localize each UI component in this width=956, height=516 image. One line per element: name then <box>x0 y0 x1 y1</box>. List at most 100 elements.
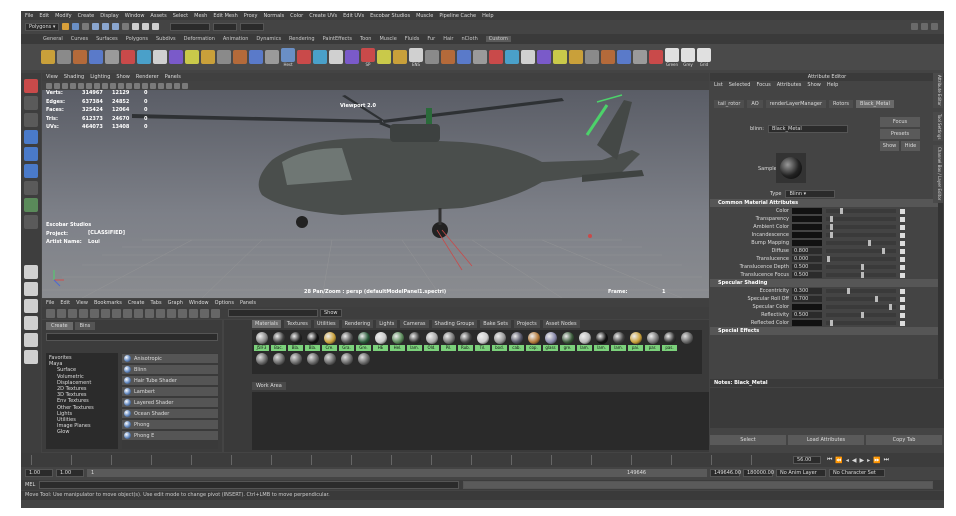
load-attributes-button[interactable]: Load Attributes <box>788 435 864 445</box>
attr-value-field[interactable]: 0.700 <box>792 296 822 302</box>
create-filter-field[interactable] <box>46 333 218 341</box>
shelf-tab-toon[interactable]: Toon <box>360 36 372 42</box>
shader-item[interactable]: Layered Shader <box>122 398 218 407</box>
shelf-tool-icon[interactable] <box>441 50 455 64</box>
material-swatch[interactable]: Hel. <box>390 332 405 351</box>
shelf-tool-icon[interactable] <box>233 50 247 64</box>
attr-value-field[interactable] <box>792 320 822 326</box>
attr-slider[interactable] <box>826 208 896 214</box>
material-swatch[interactable]: lam. <box>577 332 592 351</box>
snapshot-icon[interactable] <box>200 308 209 318</box>
presets-button[interactable]: Presets <box>880 129 920 139</box>
viewport-scene[interactable]: Verts: Edges: Faces: Tris: UVs: 314967 637384… <box>42 90 709 298</box>
material-swatch[interactable]: bod. <box>492 332 507 351</box>
end-time-field[interactable]: 180000.00 <box>743 469 774 477</box>
shelf-tab-custom[interactable]: Custom <box>485 36 511 42</box>
attr-slider[interactable] <box>826 296 896 302</box>
layout-hypershade-icon[interactable] <box>24 350 38 364</box>
shelf-tab-surfaces[interactable]: Surfaces <box>96 36 118 42</box>
menu-item-proxy[interactable]: Proxy <box>244 13 258 19</box>
shelf-tool-icon[interactable] <box>73 50 87 64</box>
sort-type-icon[interactable] <box>156 308 165 318</box>
shader-item[interactable]: Blinn <box>122 365 218 374</box>
hypershade-filter-field[interactable] <box>228 309 318 317</box>
ae-tab[interactable]: AO <box>747 100 763 108</box>
paint-select-icon[interactable] <box>24 113 38 127</box>
graph-io-icon[interactable] <box>112 308 121 318</box>
material-swatch[interactable]: Bac. <box>271 332 286 351</box>
attr-slider[interactable] <box>826 272 896 278</box>
safe-title-icon[interactable] <box>126 82 132 89</box>
section-specular[interactable]: Specular Shading <box>710 279 938 287</box>
folder-icon[interactable] <box>62 23 70 30</box>
bookmark-icon[interactable] <box>62 82 68 89</box>
step-forward-icon[interactable]: ▸ <box>867 457 870 464</box>
material-swatch[interactable]: Til. <box>475 332 490 351</box>
map-button-icon[interactable] <box>900 224 905 230</box>
shelf-tool-icon[interactable] <box>57 50 71 64</box>
hypershade-tab-materials[interactable]: Materials <box>252 320 281 328</box>
material-swatch[interactable]: Cre. <box>322 332 337 351</box>
slider-handle[interactable] <box>889 304 892 310</box>
hypershade-menu-edit[interactable]: Edit <box>60 300 70 306</box>
ae-tab[interactable]: tail_rotor <box>714 100 745 108</box>
ae-tab[interactable]: renderLayerManager <box>765 100 827 108</box>
slider-handle[interactable] <box>827 256 831 262</box>
shelf-tool-icon[interactable] <box>169 50 183 64</box>
layout-four-icon[interactable] <box>24 282 38 296</box>
hide-button[interactable]: Hide <box>901 141 920 151</box>
material-swatch[interactable]: Gre. <box>356 332 371 351</box>
toggle-channel-box-icon[interactable] <box>931 23 938 30</box>
show-button[interactable]: Show <box>320 309 342 317</box>
playback-start-field[interactable]: 1.00 <box>56 469 84 477</box>
attr-slider[interactable] <box>826 320 896 326</box>
type-dropdown[interactable]: Blinn ▾ <box>785 190 836 198</box>
graph-output-icon[interactable] <box>101 308 110 318</box>
hypershade-tab-bake-sets[interactable]: Bake Sets <box>480 320 511 328</box>
side-tab[interactable]: Attribute Editor <box>933 73 943 108</box>
viewport-menu-show[interactable]: Show <box>116 74 130 80</box>
toggle-tool-settings-icon[interactable] <box>921 23 928 30</box>
shelf-label-3[interactable]: Green <box>665 47 679 67</box>
show-bottom-tabs-icon[interactable] <box>68 308 77 318</box>
material-swatch[interactable]: par. <box>645 332 660 351</box>
lights-icon[interactable] <box>158 82 164 89</box>
render-icon[interactable] <box>132 23 140 30</box>
create-bar-tab-create[interactable]: Create <box>46 322 73 330</box>
toggle-create-bar-icon[interactable] <box>46 308 55 318</box>
bake-icon[interactable] <box>211 308 220 318</box>
shelf-label-5[interactable]: Grid <box>697 47 711 67</box>
shelf-tool-icon[interactable] <box>121 50 135 64</box>
ae-menu-selected[interactable]: Selected <box>729 82 751 88</box>
shelf-label-2[interactable]: ENS <box>409 47 423 67</box>
copy-tab-button[interactable]: Copy Tab <box>866 435 942 445</box>
rearrange-icon[interactable] <box>134 308 143 318</box>
snap-grid-icon[interactable] <box>92 23 100 30</box>
attr-slider[interactable] <box>826 288 896 294</box>
shelf-tool-icon[interactable] <box>377 50 391 64</box>
smooth-shade-icon[interactable] <box>142 82 148 89</box>
render-swatch-icon[interactable] <box>178 308 187 318</box>
material-swatch[interactable] <box>339 353 354 372</box>
ae-menu-list[interactable]: List <box>714 82 723 88</box>
notes-field[interactable] <box>710 388 944 428</box>
wireframe-icon[interactable] <box>134 82 140 89</box>
hypershade-tab-utilities[interactable]: Utilities <box>313 320 339 328</box>
play-back-icon[interactable]: ◀ <box>852 457 857 464</box>
hypershade-menu-panels[interactable]: Panels <box>240 300 256 306</box>
shelf-tool-icon[interactable] <box>105 50 119 64</box>
character-set-dropdown[interactable]: No Character Set <box>829 469 885 477</box>
slider-handle[interactable] <box>861 312 864 318</box>
map-button-icon[interactable] <box>900 240 905 246</box>
viewport-menu-renderer[interactable]: Renderer <box>136 74 159 80</box>
menu-item-create[interactable]: Create <box>78 13 95 19</box>
shelf-label-1[interactable]: SP <box>361 47 375 67</box>
image-plane-icon[interactable] <box>70 82 76 89</box>
material-swatch[interactable]: cop. <box>526 332 541 351</box>
map-button-icon[interactable] <box>900 320 905 326</box>
layout-graph-icon[interactable] <box>24 333 38 347</box>
ae-menu-focus[interactable]: Focus <box>756 82 770 88</box>
hypershade-menu-window[interactable]: Window <box>189 300 209 306</box>
menu-item-select[interactable]: Select <box>173 13 188 19</box>
map-button-icon[interactable] <box>900 312 905 318</box>
